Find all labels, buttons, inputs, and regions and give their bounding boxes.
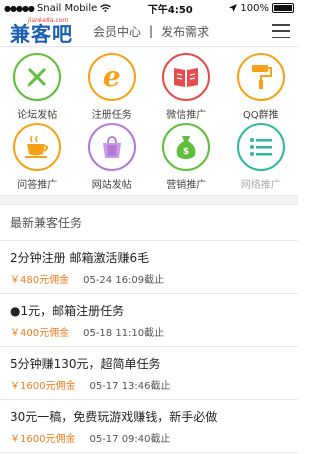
grid-label: 论坛发帖 xyxy=(17,110,58,121)
status-bar: ●●●●● Snail Mobile 下午4:50 100% xyxy=(0,0,298,16)
grid-label: 注册任务 xyxy=(91,110,132,121)
grid-label: 网站发帖 xyxy=(91,180,132,191)
battery-icon xyxy=(271,3,294,13)
location-arrow-icon xyxy=(229,4,238,12)
task-reward: ￥1600元佣金 xyxy=(10,434,76,445)
task-title: 5分钟赚130元，超简单任务 xyxy=(10,357,161,371)
site-logo[interactable]: Jianke8a.com 兼客吧 xyxy=(10,18,73,46)
svg-text:$: $ xyxy=(183,147,189,157)
task-reward: ￥1600元佣金 xyxy=(10,381,76,392)
coffee-cup-icon xyxy=(13,123,62,171)
money-bag-icon: $ xyxy=(162,123,211,171)
section-title: 最新兼客任务 xyxy=(0,205,298,241)
task-title: 30元一稿，免费玩游戏赚钱，新手必做 xyxy=(10,410,218,424)
status-right: 100% xyxy=(229,3,294,14)
task-deadline: 05-17 13:46截止 xyxy=(89,381,171,392)
grid-label: 问答推广 xyxy=(17,180,58,191)
browser-e-icon: e xyxy=(87,53,136,101)
list-icon xyxy=(236,123,285,171)
task-deadline: 05-24 16:09截止 xyxy=(83,275,165,286)
task-list: 2分钟注册 邮箱激活赚6毛 ￥480元佣金 05-24 16:09截止 ●1元，… xyxy=(0,241,298,453)
carrier-name: Snail Mobile xyxy=(36,2,98,14)
site-header: Jianke8a.com 兼客吧 会员中心 | 发布需求 xyxy=(0,16,298,47)
paint-roller-icon xyxy=(236,53,285,101)
category-grid: 论坛发帖 e 注册任务 微信推广 QQ群推 问答推广 网站发帖 $ 营销推广 网… xyxy=(0,47,298,195)
task-meta: ￥1600元佣金 05-17 09:40截止 xyxy=(10,430,288,445)
nav-member-center[interactable]: 会员中心 xyxy=(93,23,141,40)
task-item[interactable]: 30元一稿，免费玩游戏赚钱，新手必做 ￥1600元佣金 05-17 09:40截… xyxy=(0,400,298,453)
status-left: ●●●●● Snail Mobile xyxy=(4,2,112,14)
header-nav: 会员中心 | 发布需求 xyxy=(93,23,272,40)
grid-label: 网络推广 xyxy=(240,180,281,191)
task-meta: ￥400元佣金 05-18 11:10截止 xyxy=(10,324,288,339)
grid-item-register-task[interactable]: e 注册任务 xyxy=(75,53,150,123)
grid-item-qq-group[interactable]: QQ群推 xyxy=(224,53,299,123)
task-item[interactable]: 2分钟注册 邮箱激活赚6毛 ￥480元佣金 05-24 16:09截止 xyxy=(0,241,298,294)
nav-separator: | xyxy=(149,24,154,38)
task-item[interactable]: ●1元，邮箱注册任务 ￥400元佣金 05-18 11:10截止 xyxy=(0,294,298,347)
task-reward: ￥400元佣金 xyxy=(10,328,70,339)
task-title: 2分钟注册 邮箱激活赚6毛 xyxy=(10,251,150,265)
grid-item-marketing[interactable]: $ 营销推广 xyxy=(149,123,224,193)
nav-post-request[interactable]: 发布需求 xyxy=(161,23,209,40)
shopping-bag-icon xyxy=(87,123,136,171)
section-divider xyxy=(0,195,298,205)
battery-percent: 100% xyxy=(240,2,269,14)
task-deadline: 05-17 09:40截止 xyxy=(89,434,171,445)
task-deadline: 05-18 11:10截止 xyxy=(83,328,165,339)
hamburger-menu-icon[interactable] xyxy=(272,24,290,38)
grid-item-qa-promo[interactable]: 问答推广 xyxy=(0,123,75,193)
grid-label: 营销推广 xyxy=(166,180,207,191)
grid-label: 微信推广 xyxy=(166,110,207,121)
task-item[interactable]: 5分钟赚130元，超简单任务 ￥1600元佣金 05-17 13:46截止 xyxy=(0,347,298,400)
grid-label: QQ群推 xyxy=(242,110,279,121)
task-meta: ￥480元佣金 05-24 16:09截止 xyxy=(10,271,288,286)
status-time: 下午4:50 xyxy=(147,4,193,16)
task-reward: ￥480元佣金 xyxy=(10,275,70,286)
grid-item-forum-post[interactable]: 论坛发帖 xyxy=(0,53,75,123)
book-icon xyxy=(162,53,211,101)
task-title: ●1元，邮箱注册任务 xyxy=(10,304,125,318)
signal-icon: ●●●●● xyxy=(4,3,35,13)
grid-item-wechat-promo[interactable]: 微信推广 xyxy=(149,53,224,123)
task-meta: ￥1600元佣金 05-17 13:46截止 xyxy=(10,377,288,392)
grid-item-site-post[interactable]: 网站发帖 xyxy=(75,123,150,193)
wifi-icon xyxy=(100,4,112,12)
logo-text: 兼客吧 xyxy=(10,22,73,46)
grid-item-network-promo[interactable]: 网络推广 xyxy=(224,123,299,193)
pencil-ruler-icon xyxy=(13,53,62,101)
